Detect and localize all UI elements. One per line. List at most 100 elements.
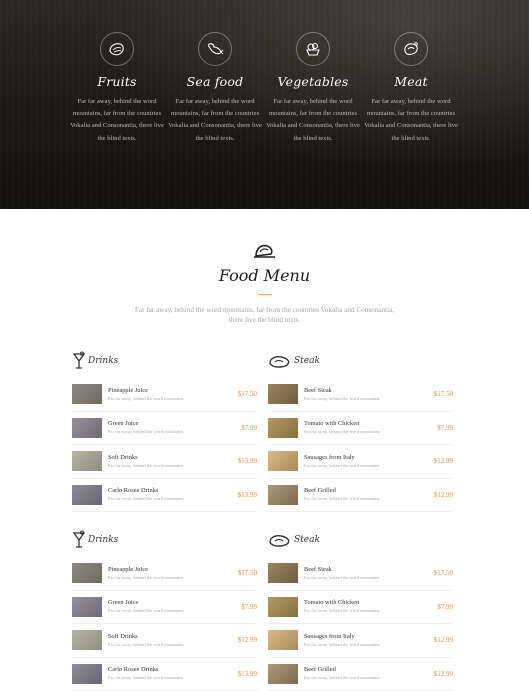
menu-item[interactable]: Green Juice Far far away, behind the word… bbox=[72, 591, 257, 624]
service-text: Far far away, behind the word mountains,… bbox=[168, 98, 262, 142]
page-title: Food Menu bbox=[218, 266, 311, 285]
item-thumbnail bbox=[268, 563, 298, 584]
item-price: $12.99 bbox=[433, 636, 453, 644]
item-name: Carlo Rosee Drinks bbox=[108, 487, 159, 495]
service-title: Fruits bbox=[97, 74, 137, 89]
menu-item[interactable]: Soft Drinks Far far away, behind the word… bbox=[72, 624, 257, 658]
menu-item[interactable]: Pineapple Juice Far far away, behind the … bbox=[72, 557, 257, 591]
vegetables-icon bbox=[296, 32, 330, 66]
item-name: Pineapple Juice bbox=[108, 565, 148, 573]
menu-item[interactable]: Green Juice Far far away, behind the word… bbox=[72, 412, 257, 445]
item-price: $12.99 bbox=[433, 669, 453, 678]
item-thumbnail bbox=[268, 663, 298, 684]
item-description: Far far away, behind the word mountains. bbox=[304, 429, 381, 435]
item-name: Soft Drinks bbox=[108, 632, 138, 640]
cocktail-icon bbox=[72, 351, 86, 369]
dish-icon bbox=[252, 240, 278, 262]
menu-item[interactable]: Carlo Rosee Drinks Far far away, behind t… bbox=[72, 479, 257, 512]
services-section: Fruits Far far away, behind the word mou… bbox=[0, 0, 529, 209]
item-description: Far far away, behind the word mountains. bbox=[108, 395, 185, 401]
item-thumbnail bbox=[268, 451, 298, 472]
item-description: Far far away, behind the word mountains. bbox=[304, 574, 381, 580]
item-name: Beef Steak bbox=[304, 565, 332, 573]
category-title: Drinks bbox=[88, 535, 119, 545]
item-description: Far far away, behind the word mountains. bbox=[304, 496, 381, 502]
item-thumbnail bbox=[72, 563, 102, 584]
category-heading: Drinks bbox=[72, 529, 257, 551]
item-price: $17.50 bbox=[433, 569, 453, 577]
item-description: Far far away, behind the word mountains. bbox=[304, 675, 381, 681]
item-thumbnail bbox=[72, 484, 102, 505]
item-description: Far far away, behind the word mountains. bbox=[108, 429, 185, 435]
category-title: Drinks bbox=[88, 356, 119, 366]
item-name: Beef Grilled bbox=[304, 487, 336, 495]
menu-item[interactable]: Soft Drinks Far far away, behind the word… bbox=[72, 445, 257, 479]
item-price: $7.99 bbox=[437, 423, 453, 432]
item-name: Soft Drinks bbox=[108, 453, 138, 461]
menu-item[interactable]: Sausages from Italy Far far away, behind … bbox=[268, 445, 453, 479]
menu-item[interactable]: Beef Grilled Far far away, behind the wor… bbox=[268, 479, 453, 512]
menu-item[interactable]: Beef Steak Far far away, behind the word … bbox=[268, 557, 453, 591]
item-price: $12.99 bbox=[237, 636, 257, 644]
item-name: Sausages from Italy bbox=[304, 453, 355, 461]
service-text: Far far away, behind the word mountains,… bbox=[364, 98, 458, 142]
item-price: $17.50 bbox=[433, 390, 453, 398]
steak-menu-2: Steak Beef Steak Far far away, behind the… bbox=[268, 529, 453, 691]
item-price: $7.99 bbox=[241, 423, 257, 432]
item-thumbnail bbox=[72, 417, 102, 438]
category-heading: Drinks bbox=[72, 350, 257, 372]
menu-item[interactable]: Tomato with Chicken Far far away, behind … bbox=[268, 591, 453, 624]
item-name: Green Juice bbox=[108, 599, 139, 607]
menu-item[interactable]: Pineapple Juice Far far away, behind the … bbox=[72, 378, 257, 412]
service-vegetables: Vegetables Far far away, behind the word… bbox=[264, 32, 362, 145]
menu-subtitle: Far far away, behind the word mountains,… bbox=[134, 306, 395, 324]
item-thumbnail bbox=[268, 596, 298, 617]
service-meat: Meat Far far away, behind the word mount… bbox=[362, 32, 460, 145]
item-price: $13.99 bbox=[237, 490, 257, 499]
item-price: $13.99 bbox=[237, 669, 257, 678]
item-description: Far far away, behind the word mountains. bbox=[108, 675, 185, 681]
item-description: Far far away, behind the word mountains. bbox=[108, 462, 185, 468]
category-title: Steak bbox=[294, 535, 320, 545]
item-name: Beef Steak bbox=[304, 386, 332, 394]
service-seafood: Sea food Far far away, behind the word m… bbox=[166, 32, 264, 145]
meat-icon bbox=[394, 32, 428, 66]
menu-item[interactable]: Tomato with Chicken Far far away, behind … bbox=[268, 412, 453, 445]
item-description: Far far away, behind the word mountains. bbox=[304, 608, 381, 614]
steak-icon bbox=[269, 535, 290, 547]
item-thumbnail bbox=[72, 630, 102, 651]
item-name: Sausages from Italy bbox=[304, 632, 355, 640]
drinks-menu-1: Drinks Pineapple Juice Far far away, behi… bbox=[72, 350, 257, 512]
category-title: Steak bbox=[294, 356, 320, 366]
service-title: Sea food bbox=[186, 74, 244, 89]
item-price: $13.99 bbox=[237, 457, 257, 465]
item-name: Pineapple Juice bbox=[108, 386, 148, 394]
steak-icon bbox=[269, 356, 290, 368]
item-price: $17.50 bbox=[237, 569, 257, 577]
cocktail-icon bbox=[72, 530, 86, 548]
menu-item[interactable]: Beef Grilled Far far away, behind the wor… bbox=[268, 658, 453, 691]
item-thumbnail bbox=[268, 384, 298, 405]
service-text: Far far away, behind the word mountains,… bbox=[266, 98, 360, 142]
service-text: Far far away, behind the word mountains,… bbox=[70, 98, 164, 142]
item-name: Green Juice bbox=[108, 420, 139, 428]
item-thumbnail bbox=[268, 484, 298, 505]
drinks-menu-2: Drinks Pineapple Juice Far far away, behi… bbox=[72, 529, 257, 691]
item-thumbnail bbox=[72, 596, 102, 617]
category-heading: Steak bbox=[268, 350, 453, 372]
item-description: Far far away, behind the word mountains. bbox=[108, 574, 185, 580]
item-description: Far far away, behind the word mountains. bbox=[304, 395, 381, 401]
services-row: Fruits Far far away, behind the word mou… bbox=[68, 32, 460, 145]
item-name: Tomato with Chicken bbox=[304, 599, 360, 607]
category-heading: Steak bbox=[268, 529, 453, 551]
title-divider bbox=[257, 294, 272, 295]
item-price: $12.99 bbox=[433, 490, 453, 499]
menu-item[interactable]: Sausages from Italy Far far away, behind … bbox=[268, 624, 453, 658]
item-description: Far far away, behind the word mountains. bbox=[304, 641, 381, 647]
item-description: Far far away, behind the word mountains. bbox=[108, 608, 185, 614]
menu-item[interactable]: Beef Steak Far far away, behind the word … bbox=[268, 378, 453, 412]
menu-item[interactable]: Carlo Rosee Drinks Far far away, behind t… bbox=[72, 658, 257, 691]
item-name: Beef Grilled bbox=[304, 666, 336, 674]
fruit-icon bbox=[100, 32, 134, 66]
item-description: Far far away, behind the word mountains. bbox=[108, 496, 185, 502]
